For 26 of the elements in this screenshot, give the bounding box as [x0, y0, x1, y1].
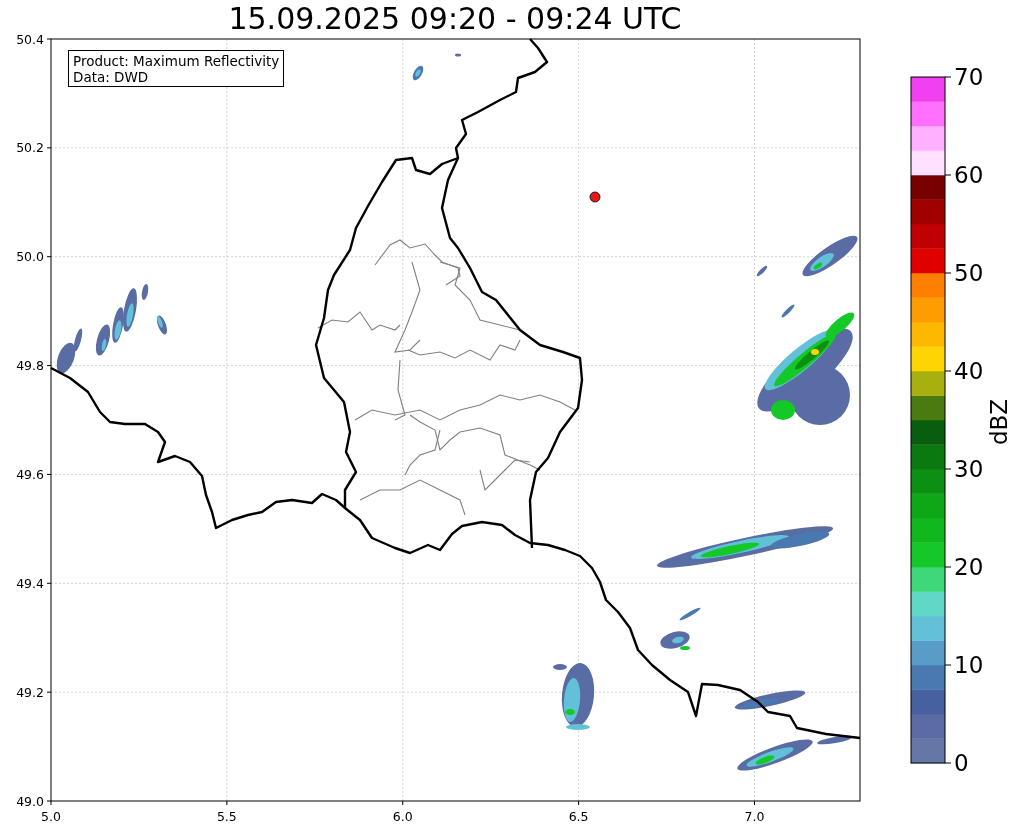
axis-tick-label: 50.0	[16, 249, 44, 265]
colorbar-tick-label: 50	[954, 260, 984, 286]
colorbar-label: dBZ	[986, 398, 1012, 446]
axis-tick-label: 49.8	[16, 358, 44, 374]
colorbar-tick-label: 10	[954, 652, 984, 678]
colorbar-tick-label: 40	[954, 358, 984, 384]
axis-tick-label: 50.2	[16, 140, 44, 156]
axis-tick-label: 50.4	[16, 31, 44, 47]
colorbar-tick-label: 60	[954, 162, 984, 188]
colorbar-tick-label: 30	[954, 456, 984, 482]
colorbar-tick-label: 20	[954, 554, 984, 580]
colorbar-tick-label: 0	[954, 750, 969, 776]
axis-tick-label: 6.5	[568, 809, 589, 824]
location-marker	[589, 191, 601, 203]
info-text: Data: DWD	[73, 69, 150, 85]
axis-tick-label: 5.5	[216, 809, 237, 824]
chart-title: 15.09.2025 09:20 - 09:24 UTC	[228, 0, 682, 34]
axis-tick-label: 49.0	[16, 793, 44, 809]
axis-tick-label: 49.4	[16, 575, 44, 591]
colorbar-tick-label: 70	[954, 64, 984, 90]
axis-tick-label: 49.6	[16, 466, 44, 482]
axis-tick-label: 6.0	[392, 809, 413, 824]
axis-tick-label: 7.0	[744, 809, 765, 824]
axis-tick-label: 5.0	[41, 809, 61, 824]
axis-tick-label: 49.2	[16, 684, 44, 700]
info-text: Product: Maximum Reflectivity	[73, 53, 280, 69]
